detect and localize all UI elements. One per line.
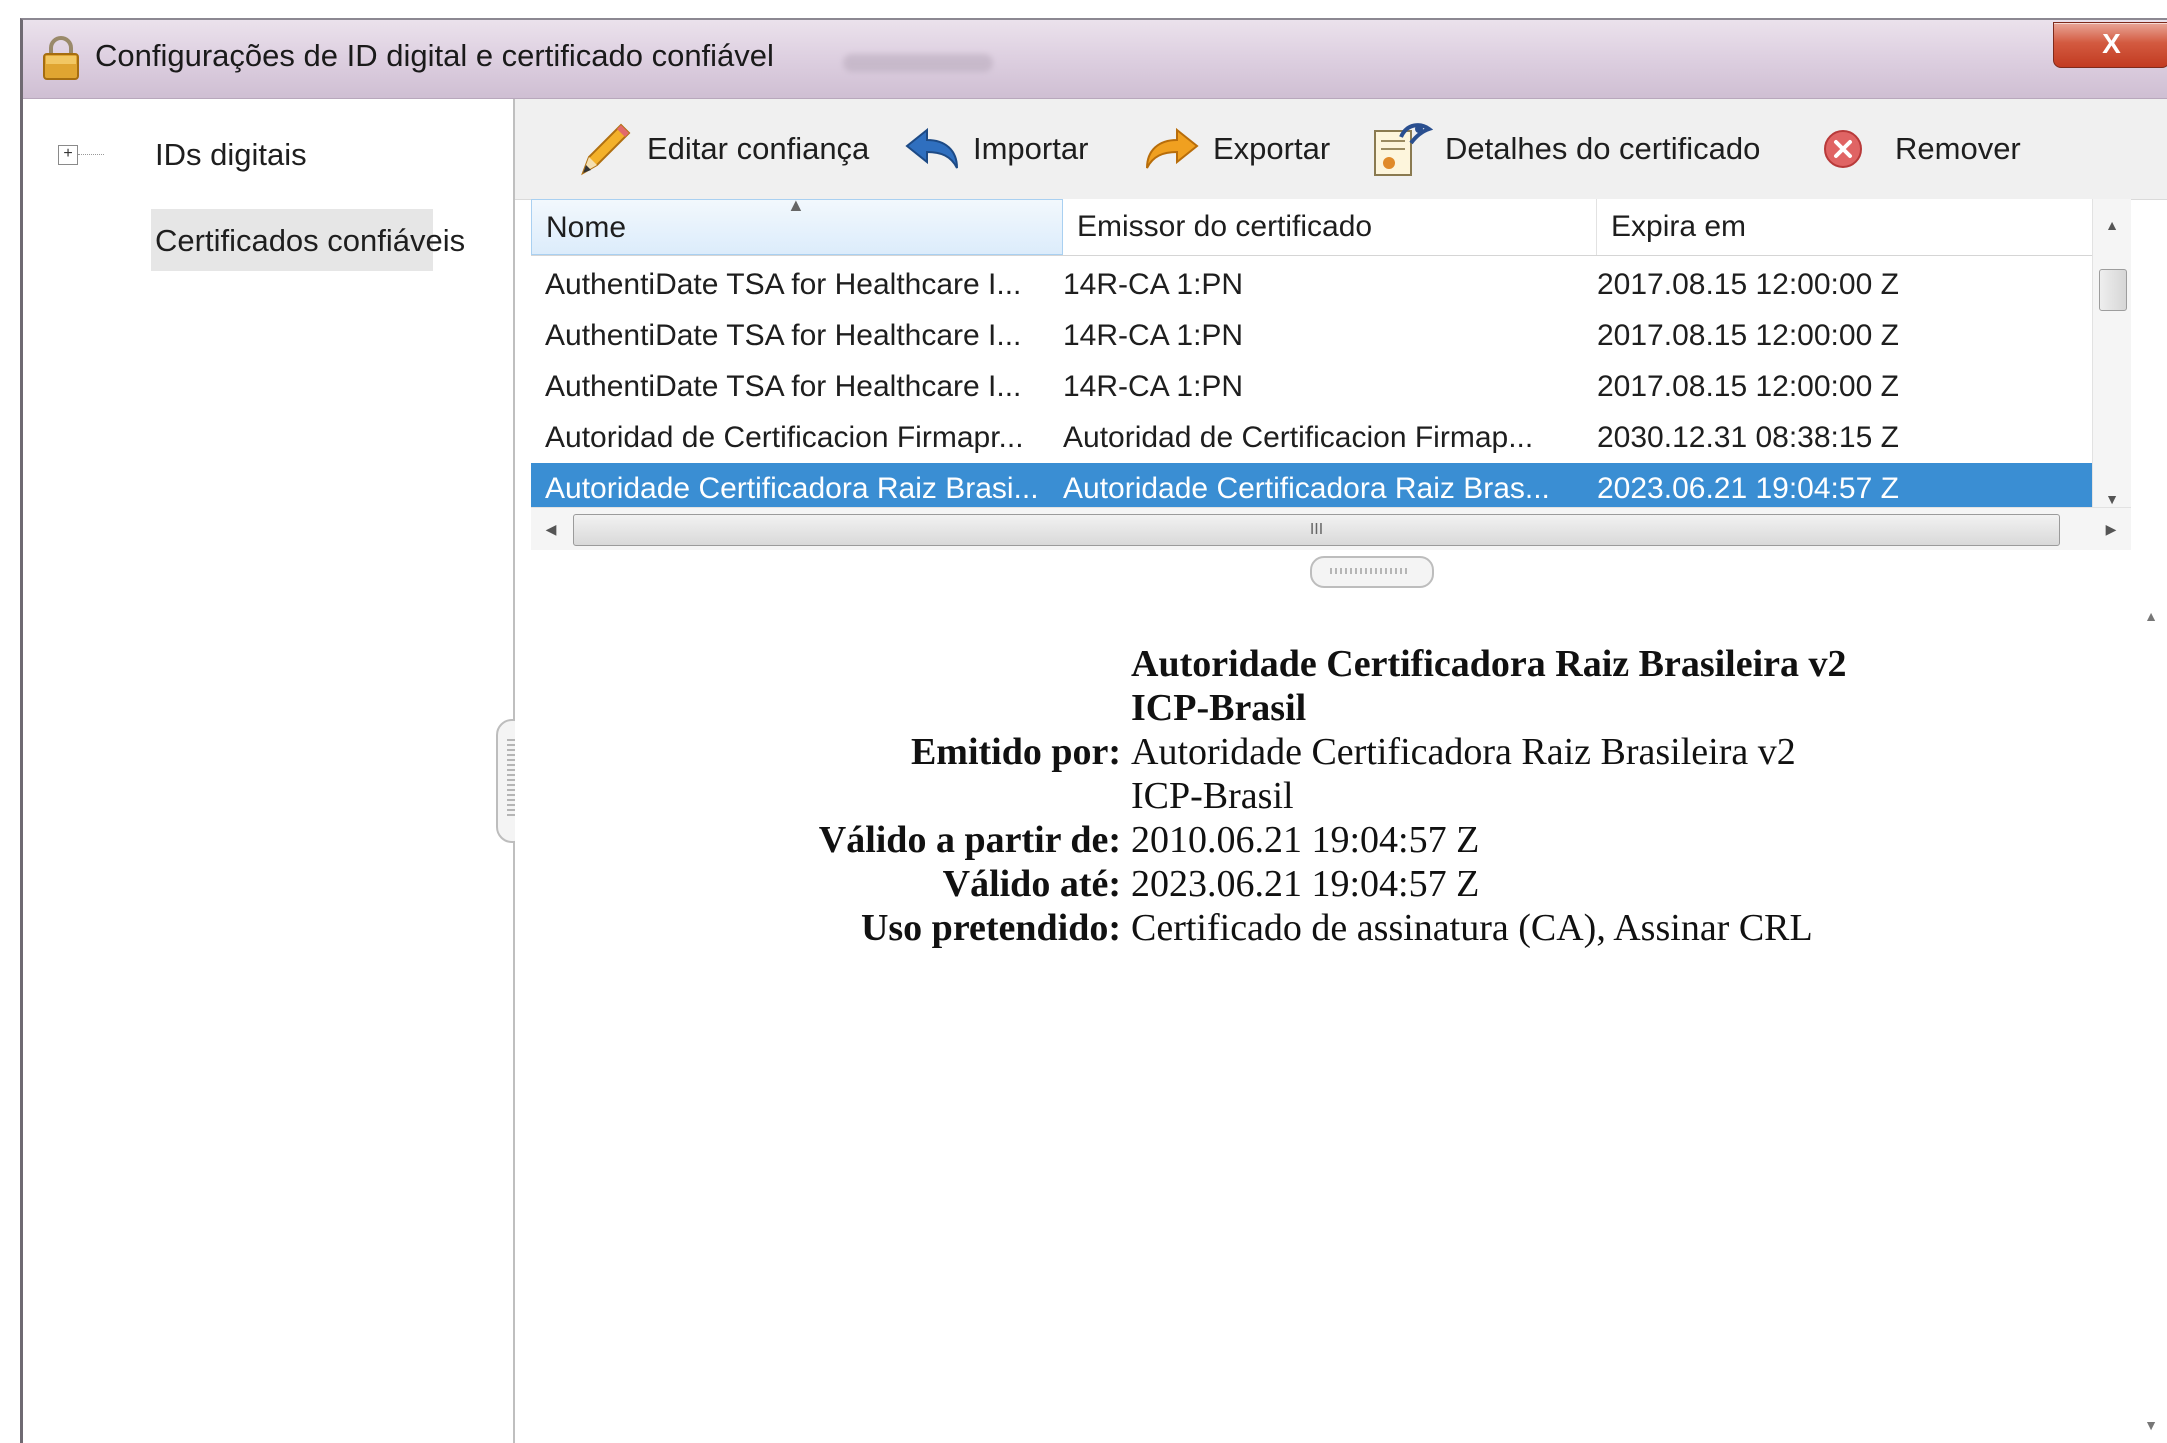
scroll-up-icon[interactable]: ▲ <box>2132 608 2167 624</box>
export-label: Exportar <box>1213 131 1331 166</box>
valid-from-value: 2010.06.21 19:04:57 Z <box>1131 819 1480 861</box>
export-arrow-icon <box>1146 127 1199 169</box>
redacted-title-area <box>843 54 993 72</box>
import-label: Importar <box>973 131 1089 166</box>
column-header-expires[interactable]: Expira em <box>1597 199 2093 255</box>
horizontal-splitter-handle[interactable] <box>1310 556 1434 588</box>
export-button[interactable]: Exportar <box>1143 119 1330 179</box>
sidebar: + IDs digitais Certificados confiáveis <box>23 99 530 1443</box>
table-row[interactable]: AuthentiDate TSA for Healthcare I... 14R… <box>531 361 2131 412</box>
cell-expires: 2017.08.15 12:00:00 Z <box>1597 319 1899 352</box>
certificate-details-icon <box>1374 123 1433 176</box>
close-button[interactable]: X <box>2053 22 2167 68</box>
remove-label: Remover <box>1895 131 2021 166</box>
details-vertical-scrollbar[interactable]: ▲ ▼ <box>2132 604 2167 1443</box>
certificate-details-button[interactable]: Detalhes do certificado <box>1371 119 1760 179</box>
table-body: AuthentiDate TSA for Healthcare I... 14R… <box>531 259 2131 514</box>
cell-expires: 2030.12.31 08:38:15 Z <box>1597 421 1899 454</box>
issued-by-value-line-1: Autoridade Certificadora Raiz Brasileira… <box>1131 731 1796 773</box>
edit-trust-button[interactable]: Editar confiança <box>575 119 869 179</box>
scroll-up-icon[interactable]: ▲ <box>2093 209 2131 241</box>
intended-usage-label: Uso pretendido: <box>860 907 1121 949</box>
window-title: Configurações de ID digital e certificad… <box>95 38 774 73</box>
subject-line-1: Autoridade Certificadora Raiz Brasileira… <box>1131 643 1847 685</box>
edit-trust-label: Editar confiança <box>647 131 870 166</box>
remove-icon <box>1824 130 1862 168</box>
sort-ascending-icon: ▲ <box>787 195 805 215</box>
column-header-issuer[interactable]: Emissor do certificado <box>1063 199 1597 255</box>
scroll-right-icon[interactable]: ▶ <box>2091 508 2131 550</box>
column-header-name-label: Nome <box>546 211 627 244</box>
sidebar-item-trusted-certificates[interactable]: Certificados confiáveis <box>151 209 465 271</box>
valid-to-label: Válido até: <box>942 863 1121 905</box>
cell-name: Autoridad de Certificacion Firmapr... <box>545 421 1024 454</box>
certificate-settings-window: Configurações de ID digital e certificad… <box>20 18 2167 1443</box>
tree-connector <box>78 154 104 155</box>
lock-icon <box>43 36 79 80</box>
cell-name: AuthentiDate TSA for Healthcare I... <box>545 268 1022 301</box>
column-header-issuer-label: Emissor do certificado <box>1077 210 1373 243</box>
intended-usage-value: Certificado de assinatura (CA), Assinar … <box>1131 907 1813 949</box>
certificates-table: ▲ Nome Emissor do certificado Expira em … <box>531 195 2131 519</box>
table-vertical-scrollbar[interactable]: ▲ ▼ <box>2092 199 2131 519</box>
table-header: ▲ Nome Emissor do certificado Expira em <box>531 195 2131 256</box>
cell-expires: 2017.08.15 12:00:00 Z <box>1597 370 1899 403</box>
table-row[interactable]: AuthentiDate TSA for Healthcare I... 14R… <box>531 259 2131 310</box>
cell-issuer: 14R-CA 1:PN <box>1063 370 1244 403</box>
valid-from-label: Válido a partir de: <box>818 819 1121 861</box>
main-panel: Editar confiança Importar Exportar Detal… <box>515 99 2167 1443</box>
cell-name: AuthentiDate TSA for Healthcare I... <box>545 370 1022 403</box>
import-arrow-icon <box>905 127 958 169</box>
sidebar-item-digital-ids[interactable]: IDs digitais <box>151 133 311 177</box>
horizontal-scroll-thumb[interactable]: III <box>573 514 2060 546</box>
title-bar[interactable]: Configurações de ID digital e certificad… <box>23 20 2167 99</box>
expand-icon[interactable]: + <box>58 145 78 165</box>
issued-by-value-line-2: ICP-Brasil <box>1131 775 1294 817</box>
remove-button[interactable]: Remover <box>1821 119 2021 179</box>
cell-issuer: 14R-CA 1:PN <box>1063 319 1244 352</box>
column-header-name[interactable]: ▲ Nome <box>531 195 1063 255</box>
valid-to-value: 2023.06.21 19:04:57 Z <box>1131 863 1480 905</box>
certificate-details-panel: Autoridade Certificadora Raiz Brasileira… <box>515 604 2167 1443</box>
table-row[interactable]: Autoridad de Certificacion Firmapr... Au… <box>531 412 2131 463</box>
column-header-expires-label: Expira em <box>1611 210 1747 243</box>
table-horizontal-scrollbar[interactable]: ◀ III ▶ <box>531 507 2131 550</box>
toolbar: Editar confiança Importar Exportar Detal… <box>515 99 2167 200</box>
subject-line-2: ICP-Brasil <box>1131 687 1307 729</box>
cell-issuer: Autoridad de Certificacion Firmap... <box>1063 421 1534 454</box>
certificate-details-label: Detalhes do certificado <box>1445 131 1761 166</box>
scroll-left-icon[interactable]: ◀ <box>531 508 571 550</box>
table-row[interactable]: AuthentiDate TSA for Healthcare I... 14R… <box>531 310 2131 361</box>
scroll-thumb[interactable] <box>2099 269 2127 311</box>
issued-by-label: Emitido por: <box>910 731 1121 773</box>
cell-expires: 2017.08.15 12:00:00 Z <box>1597 268 1899 301</box>
scroll-down-icon[interactable]: ▼ <box>2132 1417 2167 1433</box>
pencil-icon <box>581 123 631 176</box>
import-button[interactable]: Importar <box>903 119 1088 179</box>
cell-issuer: 14R-CA 1:PN <box>1063 268 1244 301</box>
cell-name: AuthentiDate TSA for Healthcare I... <box>545 319 1022 352</box>
